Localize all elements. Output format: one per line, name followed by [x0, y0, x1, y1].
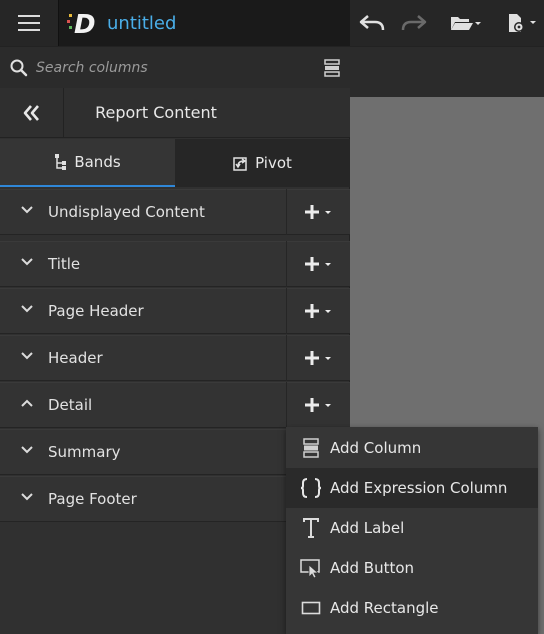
- panel-header: Report Content: [0, 88, 350, 138]
- double-chevron-left-icon: [23, 105, 39, 121]
- band-label: Header: [48, 349, 103, 367]
- menu-item-label: Add Label: [330, 519, 405, 537]
- text-icon: [300, 517, 322, 539]
- hamburger-icon: [18, 15, 40, 31]
- hamburger-menu-button[interactable]: [0, 0, 58, 46]
- search-icon: [10, 59, 28, 77]
- panel-tabs: Bands Pivot: [0, 139, 350, 187]
- band-label: Title: [48, 255, 81, 273]
- plus-dropdown-icon: [304, 304, 331, 318]
- band-label: Undisplayed Content: [48, 203, 205, 221]
- add-element-menu: Add Column Add Expression Column Add Lab…: [286, 427, 538, 634]
- band-header[interactable]: Header: [0, 335, 350, 381]
- menu-item-add-rectangle[interactable]: Add Rectangle: [286, 588, 538, 628]
- chevron-down-icon: [21, 493, 33, 501]
- menu-item-label: Add Column: [330, 439, 422, 457]
- menu-item-label: Add Rectangle: [330, 599, 439, 617]
- undo-button[interactable]: [356, 8, 388, 38]
- canvas-header-strip: [350, 88, 544, 97]
- tab-bands-label: Bands: [74, 153, 121, 171]
- column-icon: [300, 437, 322, 459]
- band-add-button[interactable]: [286, 382, 350, 428]
- tab-pivot-label: Pivot: [255, 154, 292, 172]
- settings-menu-button[interactable]: [504, 8, 540, 38]
- top-bar: D untitled: [0, 0, 544, 46]
- bands-icon: [55, 154, 67, 170]
- menu-item-label: Add Button: [330, 559, 415, 577]
- band-label: Page Header: [48, 302, 144, 320]
- search-columns-input[interactable]: [36, 56, 306, 80]
- folder-open-icon: [451, 17, 481, 30]
- band-label: Page Footer: [48, 490, 137, 508]
- open-folder-button[interactable]: [448, 8, 484, 38]
- plus-dropdown-icon: [304, 398, 331, 412]
- band-add-button[interactable]: [286, 288, 350, 334]
- menu-item-add-label[interactable]: Add Label: [286, 508, 538, 548]
- menu-item-add-expression-column[interactable]: Add Expression Column: [286, 468, 538, 508]
- tab-pivot[interactable]: Pivot: [175, 139, 350, 187]
- band-page-header[interactable]: Page Header: [0, 288, 350, 334]
- menu-item-label: Add Expression Column: [330, 479, 508, 497]
- chevron-down-icon: [21, 446, 33, 454]
- tab-bands[interactable]: Bands: [0, 139, 175, 187]
- logo-letter: D: [74, 10, 96, 38]
- plus-dropdown-icon: [304, 205, 331, 219]
- band-label: Summary: [48, 443, 121, 461]
- logo-area: D untitled: [58, 0, 350, 46]
- band-add-button[interactable]: [286, 335, 350, 381]
- pivot-icon: [233, 157, 247, 171]
- band-label: Detail: [48, 396, 93, 414]
- braces-icon: [300, 477, 322, 499]
- button-cursor-icon: [300, 557, 322, 579]
- document-title[interactable]: untitled: [107, 13, 176, 34]
- band-title[interactable]: Title: [0, 241, 350, 287]
- band-add-button[interactable]: [286, 241, 350, 287]
- chevron-up-icon: [21, 399, 33, 407]
- app-logo-icon: D: [67, 10, 96, 38]
- band-undisplayed-content[interactable]: Undisplayed Content: [0, 189, 350, 235]
- search-bar: [0, 46, 544, 88]
- redo-icon: [401, 15, 427, 31]
- chevron-down-icon: [21, 305, 33, 313]
- columns-list-icon[interactable]: [323, 59, 341, 77]
- top-actions: [350, 0, 544, 46]
- menu-item-add-button[interactable]: Add Button: [286, 548, 538, 588]
- plus-dropdown-icon: [304, 351, 331, 365]
- menu-item-add-column[interactable]: Add Column: [286, 428, 538, 468]
- band-detail[interactable]: Detail: [0, 382, 350, 428]
- chevron-down-icon: [21, 258, 33, 266]
- band-add-button[interactable]: [286, 189, 350, 235]
- redo-button[interactable]: [398, 8, 430, 38]
- collapse-panel-button[interactable]: [0, 88, 64, 138]
- plus-dropdown-icon: [304, 257, 331, 271]
- panel-title: Report Content: [95, 103, 217, 122]
- chevron-down-icon: [21, 206, 33, 214]
- rectangle-icon: [300, 597, 322, 619]
- document-gear-icon: [509, 14, 536, 32]
- undo-icon: [359, 15, 385, 31]
- chevron-down-icon: [21, 352, 33, 360]
